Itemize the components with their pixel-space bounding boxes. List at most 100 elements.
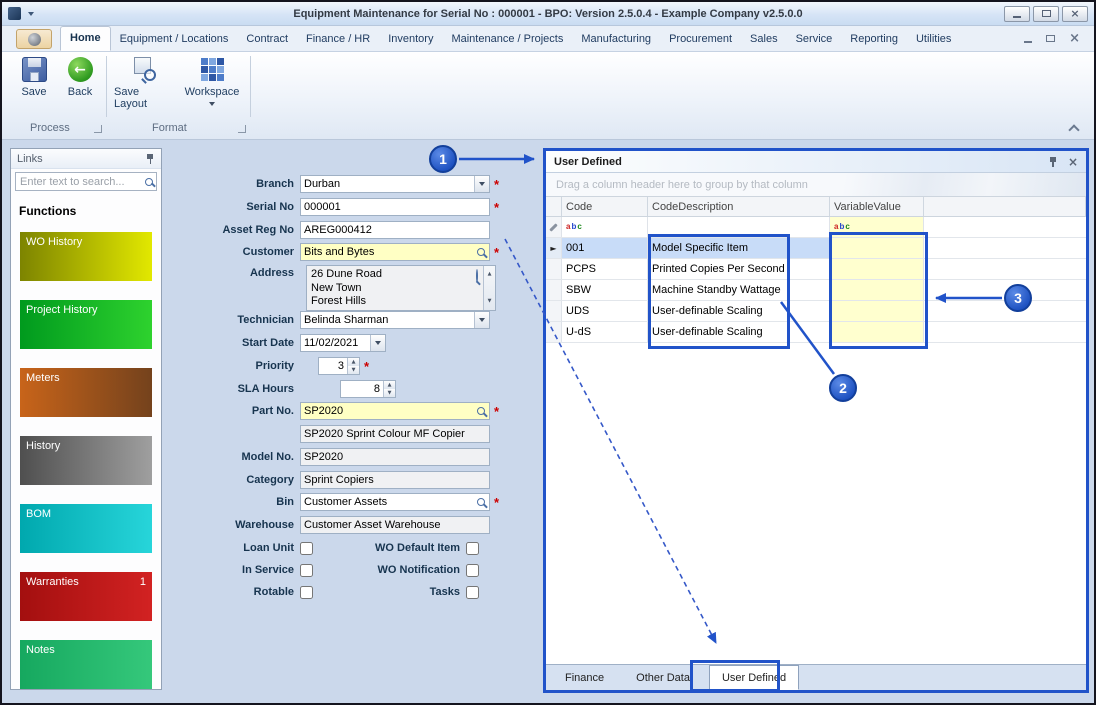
sla-hours-input[interactable] bbox=[341, 381, 383, 397]
tab-finance-hr[interactable]: Finance / HR bbox=[297, 28, 379, 51]
cell-description[interactable]: User-definable Scaling bbox=[648, 301, 830, 321]
technician-dropdown-icon[interactable] bbox=[474, 312, 489, 328]
sla-hours-spinner[interactable]: ▲ ▼ bbox=[383, 381, 395, 397]
serial-no-input[interactable] bbox=[301, 199, 489, 215]
tab-contract[interactable]: Contract bbox=[237, 28, 297, 51]
process-dialog-launcher[interactable] bbox=[94, 125, 102, 133]
part-no-lookup-icon[interactable] bbox=[473, 403, 489, 419]
priority-spinner[interactable]: ▲ ▼ bbox=[347, 358, 359, 374]
workspace-button[interactable]: Workspace bbox=[180, 57, 244, 106]
cell-variablevalue[interactable] bbox=[830, 259, 924, 279]
link-wo-history[interactable]: WO History bbox=[20, 232, 152, 281]
cell-description[interactable]: Printed Copies Per Second bbox=[648, 259, 830, 279]
bin-lookup-icon[interactable] bbox=[473, 494, 489, 510]
tab-reporting[interactable]: Reporting bbox=[841, 28, 907, 51]
save-button[interactable]: Save bbox=[12, 57, 56, 98]
customer-lookup-icon[interactable] bbox=[473, 244, 489, 260]
tab-manufacturing[interactable]: Manufacturing bbox=[572, 28, 660, 51]
category-input[interactable] bbox=[301, 472, 489, 488]
cell-description[interactable]: Model Specific Item bbox=[648, 238, 830, 258]
link-meters[interactable]: Meters bbox=[20, 368, 152, 417]
loan-unit-checkbox[interactable] bbox=[300, 541, 313, 555]
cell-variablevalue[interactable] bbox=[830, 322, 924, 342]
tab-maintenance-projects[interactable]: Maintenance / Projects bbox=[442, 28, 572, 51]
start-date-input[interactable] bbox=[301, 335, 370, 351]
cell-description[interactable]: User-definable Scaling bbox=[648, 322, 830, 342]
mdi-close-icon[interactable]: × bbox=[1069, 32, 1080, 45]
link-history[interactable]: History bbox=[20, 436, 152, 485]
wo-notification-checkbox[interactable] bbox=[466, 563, 479, 577]
address-box[interactable]: 26 Dune Road New Town Forest Hills ▲ ▼ bbox=[306, 265, 496, 311]
cell-variablevalue[interactable] bbox=[830, 301, 924, 321]
tab-utilities[interactable]: Utilities bbox=[907, 28, 960, 51]
address-scrollbar[interactable]: ▲ ▼ bbox=[483, 266, 495, 310]
in-service-checkbox[interactable] bbox=[300, 563, 313, 577]
tab-equipment-locations[interactable]: Equipment / Locations bbox=[111, 28, 238, 51]
start-date-label: Start Date bbox=[242, 337, 294, 349]
start-date-dropdown-icon[interactable] bbox=[370, 335, 385, 351]
model-no-input[interactable] bbox=[301, 449, 489, 465]
pin-icon[interactable] bbox=[1048, 156, 1058, 168]
tab-home[interactable]: Home bbox=[60, 26, 111, 51]
maximize-button[interactable] bbox=[1033, 5, 1059, 22]
scroll-up-icon[interactable]: ▲ bbox=[488, 268, 492, 282]
tab-service[interactable]: Service bbox=[787, 28, 842, 51]
priority-input[interactable] bbox=[319, 358, 347, 374]
tab-inventory[interactable]: Inventory bbox=[379, 28, 442, 51]
part-no-input[interactable] bbox=[301, 403, 473, 419]
filter-cell-codedescription[interactable] bbox=[648, 217, 830, 237]
tasks-checkbox[interactable] bbox=[466, 585, 479, 599]
cell-code[interactable]: PCPS bbox=[562, 259, 648, 279]
branch-dropdown-icon[interactable] bbox=[474, 176, 489, 192]
branch-input[interactable] bbox=[301, 176, 474, 192]
ribbon-collapse-icon[interactable] bbox=[1068, 124, 1080, 136]
scroll-down-icon[interactable]: ▼ bbox=[488, 295, 492, 309]
cell-code[interactable]: UDS bbox=[562, 301, 648, 321]
tab-other-data[interactable]: Other Data bbox=[623, 667, 703, 690]
link-warranties[interactable]: Warranties 1 bbox=[20, 572, 152, 621]
filter-cell-code[interactable]: abc bbox=[562, 217, 648, 237]
grid-row-001[interactable]: ► 001 Model Specific Item bbox=[546, 238, 1086, 259]
pin-icon[interactable] bbox=[145, 153, 155, 165]
mdi-minimize-icon[interactable] bbox=[1024, 40, 1033, 43]
cell-code[interactable]: U-dS bbox=[562, 322, 648, 342]
cell-code[interactable]: 001 bbox=[562, 238, 648, 258]
cell-description[interactable]: Machine Standby Wattage bbox=[648, 280, 830, 300]
asset-reg-no-input[interactable] bbox=[301, 222, 489, 238]
tab-user-defined[interactable]: User Defined bbox=[708, 665, 800, 690]
cell-variablevalue[interactable] bbox=[830, 280, 924, 300]
save-layout-button[interactable]: Save Layout bbox=[114, 57, 174, 110]
bin-input[interactable] bbox=[301, 494, 473, 510]
field-serial-no: Serial No * bbox=[162, 198, 499, 216]
link-notes[interactable]: Notes bbox=[20, 640, 152, 689]
link-project-history[interactable]: Project History bbox=[20, 300, 152, 349]
filter-cell-variablevalue[interactable]: abc bbox=[830, 217, 924, 237]
warehouse-input[interactable] bbox=[301, 517, 489, 533]
technician-input[interactable] bbox=[301, 312, 474, 328]
cell-code[interactable]: SBW bbox=[562, 280, 648, 300]
link-bom[interactable]: BOM bbox=[20, 504, 152, 553]
mdi-restore-icon[interactable] bbox=[1046, 35, 1056, 42]
customer-input[interactable] bbox=[301, 244, 473, 260]
back-button[interactable]: ← Back bbox=[58, 57, 102, 98]
tab-finance[interactable]: Finance bbox=[552, 667, 617, 690]
close-button[interactable]: × bbox=[1062, 5, 1088, 22]
wo-default-item-checkbox[interactable] bbox=[466, 541, 479, 555]
rotable-checkbox[interactable] bbox=[300, 585, 313, 599]
cell-variablevalue[interactable] bbox=[830, 238, 924, 258]
grid-row-u-ds[interactable]: U-dS User-definable Scaling bbox=[546, 322, 1086, 343]
application-menu-button[interactable] bbox=[16, 29, 52, 49]
minimize-button[interactable] bbox=[1004, 5, 1030, 22]
grid-row-pcps[interactable]: PCPS Printed Copies Per Second bbox=[546, 259, 1086, 280]
column-header-codedescription[interactable]: CodeDescription bbox=[648, 197, 830, 216]
tab-procurement[interactable]: Procurement bbox=[660, 28, 741, 51]
column-header-code[interactable]: Code bbox=[562, 197, 648, 216]
part-description-input[interactable] bbox=[301, 426, 489, 442]
search-input[interactable] bbox=[16, 175, 145, 188]
close-panel-icon[interactable]: × bbox=[1068, 156, 1078, 168]
tab-sales[interactable]: Sales bbox=[741, 28, 787, 51]
address-lookup-icon[interactable] bbox=[476, 269, 478, 283]
search-icon[interactable] bbox=[145, 177, 153, 186]
column-header-variablevalue[interactable]: VariableValue bbox=[830, 197, 924, 216]
format-dialog-launcher[interactable] bbox=[238, 125, 246, 133]
